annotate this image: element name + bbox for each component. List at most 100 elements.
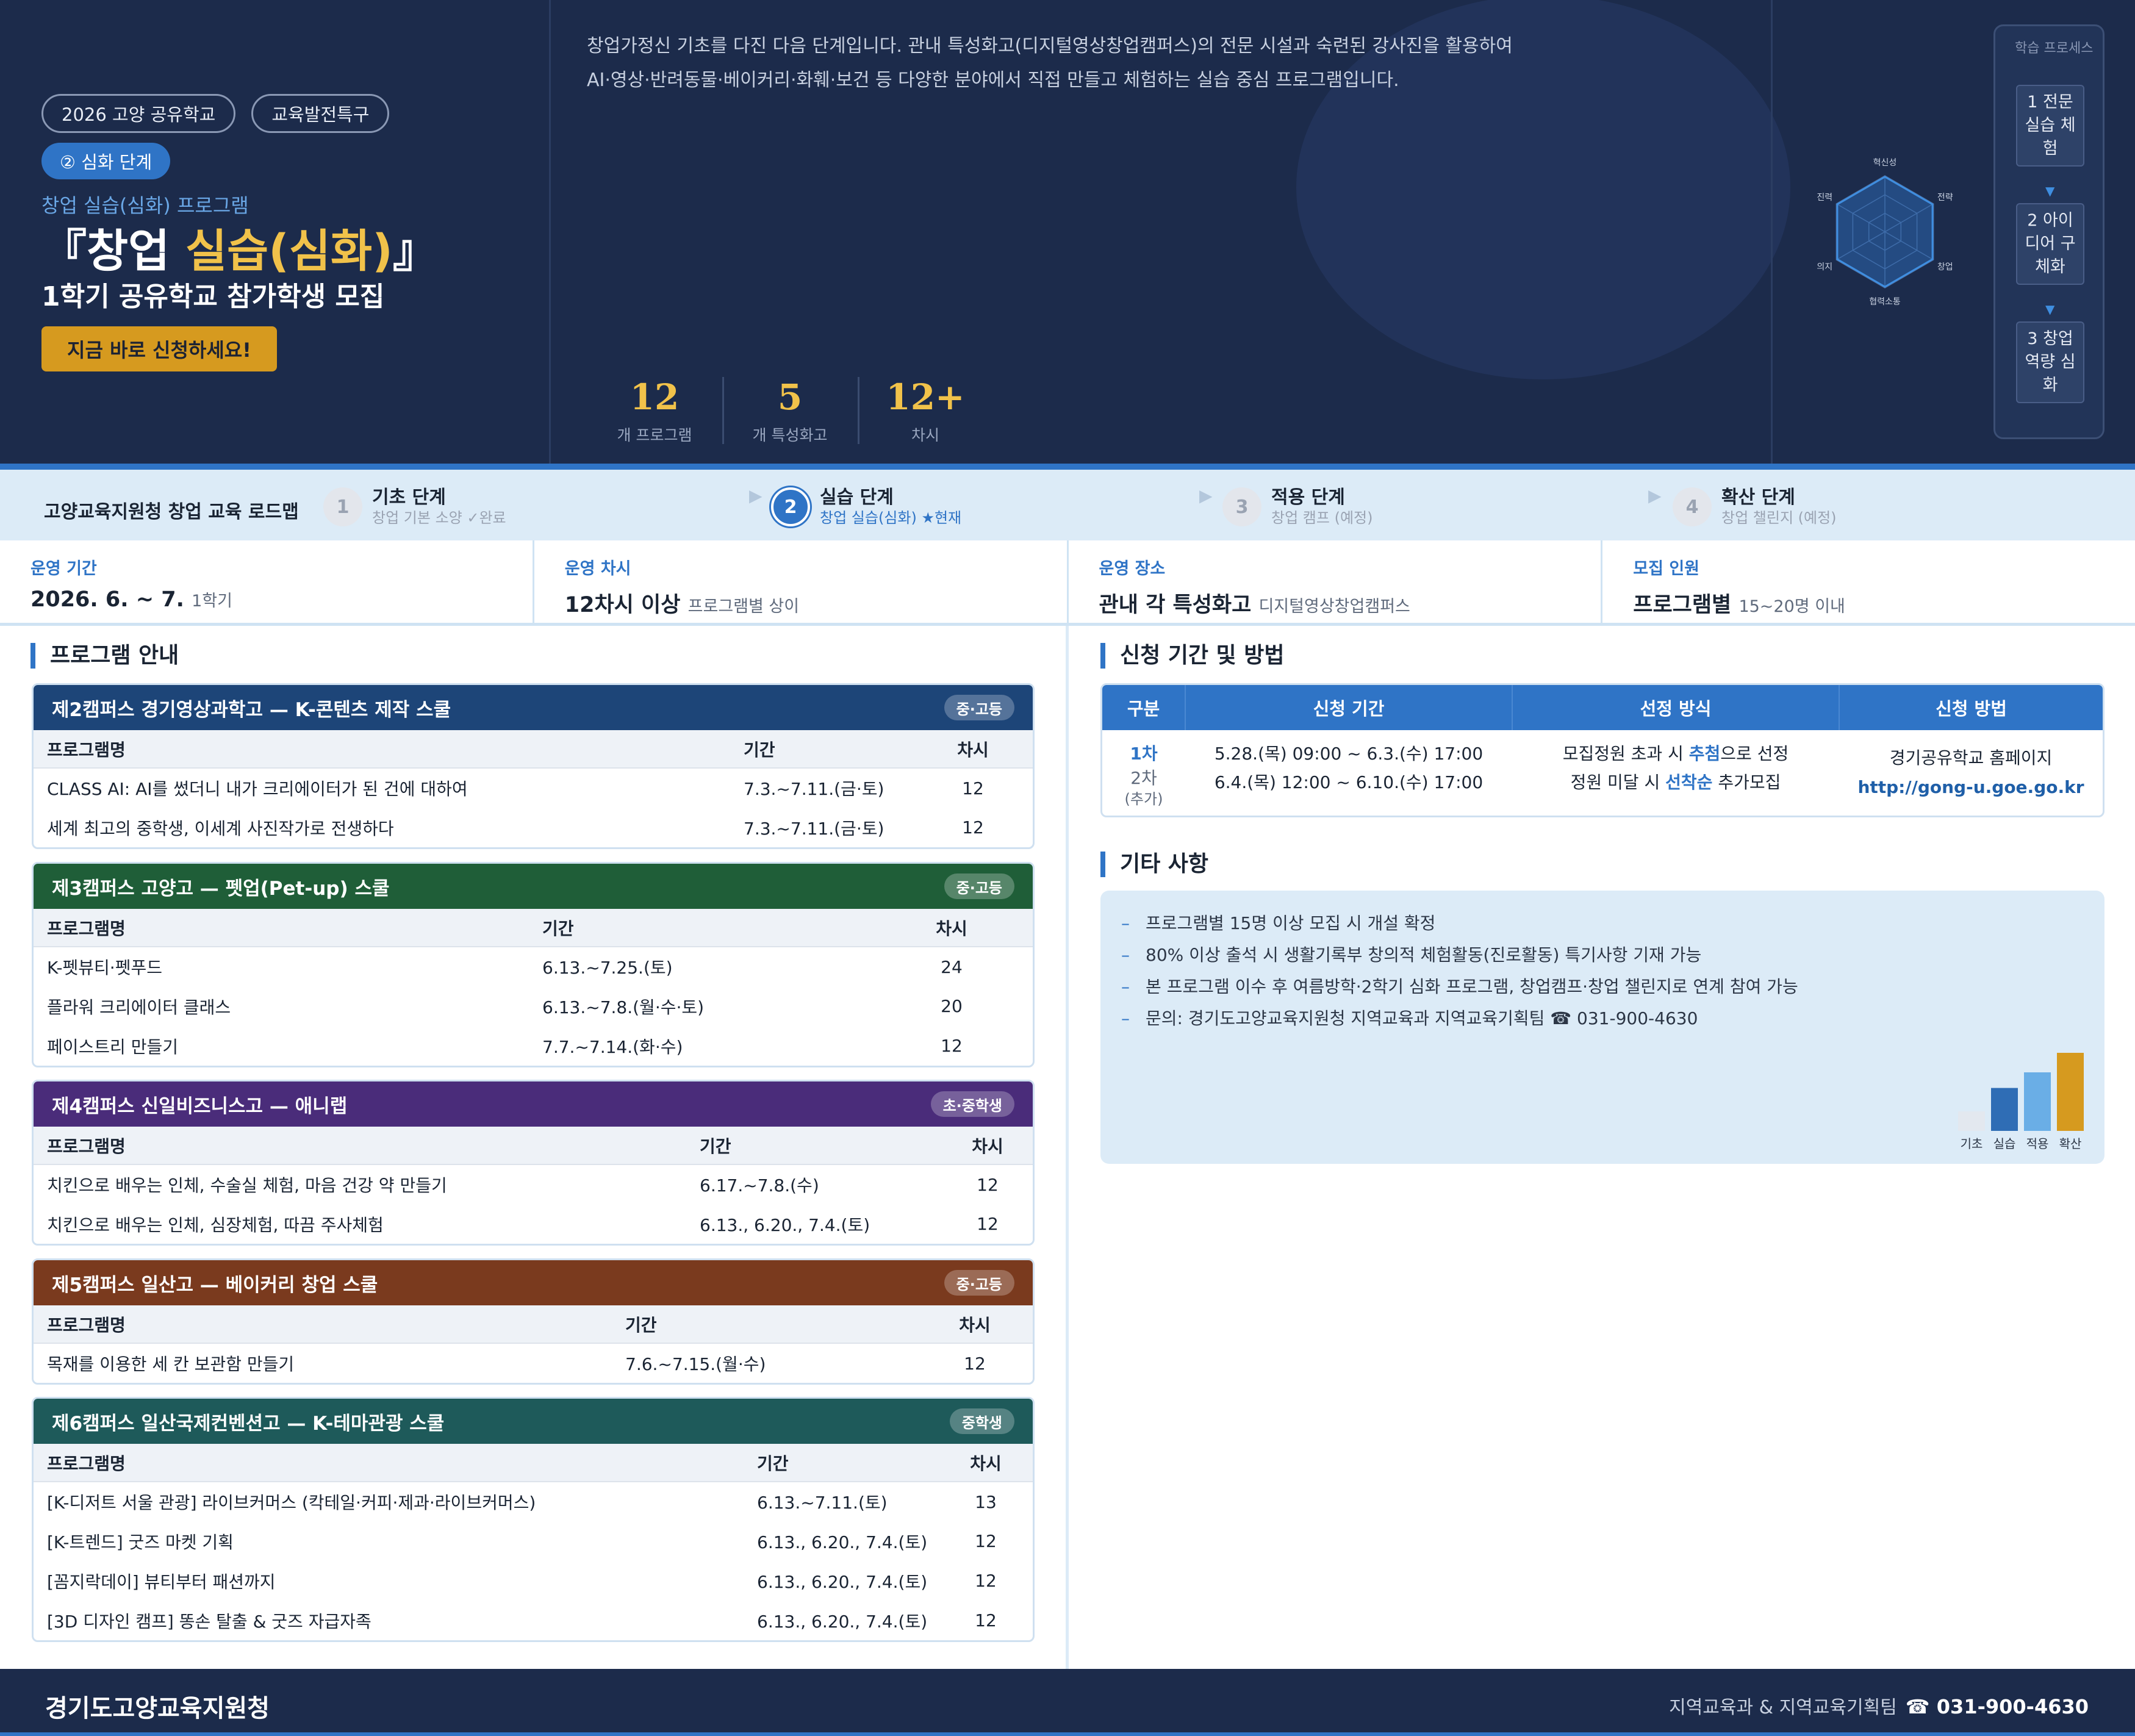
step-desc: 창업 캠프 (예정) <box>1271 509 1373 526</box>
program-table: 프로그램명 기간 차시 치킨으로 배우는 인체, 수술실 체험, 마음 건강 약… <box>34 1127 1033 1244</box>
program-table: 프로그램명 기간 차시 CLASS AI: AI를 썼더니 내가 크리에이터가 … <box>34 730 1033 847</box>
play-arrow-icon: ▶ <box>749 486 762 506</box>
col-header-sessions: 차시 <box>939 1444 1033 1482</box>
program-table: 프로그램명 기간 차시 [K-디저트 서울 관광] 라이브커머스 (칵테일·커피… <box>34 1444 1033 1640</box>
table-row: [K-디저트 서울 관광] 라이브커머스 (칵테일·커피·제과·라이브커머스) … <box>34 1482 1033 1521</box>
dash-bullet: – <box>1121 913 1130 933</box>
stat-sessions: 12+ 차시 <box>858 373 993 445</box>
col-header-period: 기간 <box>744 1444 939 1482</box>
tag-shared-school: 2026 고양 공유학교 <box>41 94 236 133</box>
note-text: 문의: 경기도고양교육지원청 지역교육과 지역교육기획팀 ☎ 031-900-4… <box>1146 1008 1698 1028</box>
roadmap-step-3: 3 적용 단계 창업 캠프 (예정) <box>1222 486 1372 528</box>
program-period: 6.17.~7.8.(수) <box>700 1175 819 1196</box>
table-row: K-펫뷰티·펫푸드 6.13.~7.25.(토) 24 <box>34 947 1033 986</box>
roadmap-step-1: 1 기초 단계 창업 기본 소양 ✓완료 <box>323 486 506 528</box>
selection-text: 정원 미달 시 <box>1570 772 1666 792</box>
selection-keyword: 추첨 <box>1688 744 1721 764</box>
col-header-name: 프로그램명 <box>34 909 529 947</box>
down-arrow-icon: ▼ <box>2045 184 2055 198</box>
program-sessions: 12 <box>962 778 984 798</box>
table-header-row: 프로그램명 기간 차시 <box>34 909 1033 947</box>
info-sub: 1학기 <box>192 592 232 611</box>
table-row: 세계 최고의 중학생, 이세계 사진작가로 전생하다 7.3.~7.11.(금·… <box>34 808 1033 847</box>
program-period: 6.13., 6.20., 7.4.(토) <box>757 1532 928 1552</box>
program-period: 7.3.~7.11.(금·토) <box>744 779 884 799</box>
apply-table: 구분 신청 기간 선정 방식 신청 방법 1차 5.28.(목) 09:00 ~… <box>1102 685 2103 816</box>
apply-section-title: 신청 기간 및 방법 <box>1100 643 1284 669</box>
table-row: [꼼지락데이] 뷰티부터 패션까지 6.13., 6.20., 7.4.(토) … <box>34 1561 1033 1601</box>
notes-section-title: 기타 사항 <box>1100 852 1208 877</box>
col-header-name: 프로그램명 <box>34 1127 686 1165</box>
note-text: 본 프로그램 이수 후 여름방학·2학기 심화 프로그램, 창업캠프·창업 챌린… <box>1146 977 1798 997</box>
table-row: [K-트렌드] 굿즈 마켓 기획 6.13., 6.20., 7.4.(토) 1… <box>34 1521 1033 1561</box>
info-value: 프로그램별 15~20명 이내 <box>1633 587 2135 619</box>
col-header-name: 프로그램명 <box>34 1305 612 1344</box>
info-label: 모집 인원 <box>1633 559 1700 578</box>
apply-url-link[interactable]: http://gong-u.goe.go.kr <box>1839 773 2103 802</box>
program-sessions: 20 <box>941 996 963 1016</box>
apply-now-button[interactable]: 지금 바로 신청하세요! <box>41 326 277 371</box>
step-desc: 창업 기본 소양 ✓완료 <box>372 509 506 526</box>
hero-title-line2: 1학기 공유학교 참가학생 모집 <box>41 281 385 312</box>
campus-header: 제2캠퍼스 경기영상과학고 — K-콘텐츠 제작 스쿨 중·고등 <box>34 685 1033 730</box>
info-sessions: 운영 차시 12차시 이상 프로그램별 상이 <box>534 540 1069 623</box>
col-header-name: 프로그램명 <box>34 730 730 769</box>
campus-header: 제5캠퍼스 일산고 — 베이커리 창업 스쿨 중·고등 <box>34 1260 1033 1305</box>
step-name: 기초 단계 <box>372 487 446 508</box>
grade-badge: 초·중학생 <box>930 1091 1014 1117</box>
program-sessions: 12 <box>977 1174 999 1195</box>
col-header-type: 구분 <box>1102 685 1186 730</box>
campus-card-6: 제6캠퍼스 일산국제컨벤션고 — K-테마관광 스쿨 중학생 프로그램명 기간 … <box>32 1397 1035 1642</box>
round-period: 5.28.(목) 09:00 ~ 6.3.(수) 17:00 <box>1214 744 1484 764</box>
info-sub: 프로그램별 상이 <box>687 597 800 616</box>
footer-org: 경기도고양교육지원청 <box>45 1695 270 1723</box>
program-period: 7.7.~7.14.(화·수) <box>542 1036 683 1057</box>
footer: 경기도고양교육지원청 지역교육과 & 지역교육기획팀 ☎ 031-900-4630 <box>0 1669 2135 1736</box>
mini-bar <box>1958 1111 1985 1131</box>
dash-bullet: – <box>1121 1008 1130 1028</box>
info-value: 관내 각 특성화고 디지털영상창업캠퍼스 <box>1099 587 1601 619</box>
info-label: 운영 장소 <box>1099 559 1166 578</box>
program-period: 6.13., 6.20., 7.4.(토) <box>700 1214 870 1235</box>
campus-card-5: 제5캠퍼스 일산고 — 베이커리 창업 스쿨 중·고등 프로그램명 기간 차시 … <box>32 1258 1035 1385</box>
step-number: 4 <box>1673 487 1712 526</box>
stats-row: 12 개 프로그램 5 개 특성화고 12+ 차시 <box>587 373 993 445</box>
program-period: 6.13.~7.25.(토) <box>542 958 673 978</box>
selection-text: 모집정원 초과 시 <box>1562 744 1689 764</box>
campus-card-4: 제4캠퍼스 신일비즈니스고 — 애니랩 초·중학생 프로그램명 기간 차시 치킨… <box>32 1080 1035 1246</box>
table-row-round1: 1차 5.28.(목) 09:00 ~ 6.3.(수) 17:00 모집정원 초… <box>1102 730 2103 797</box>
table-header-row: 프로그램명 기간 차시 <box>34 1305 1033 1344</box>
column-divider <box>1066 626 1069 1669</box>
roadmap-step-4: 4 확산 단계 창업 챌린지 (예정) <box>1673 486 1837 528</box>
intro-line-2: AI·영상·반려동물·베이커리·화훼·보건 등 다양한 분야에서 직접 만들고 … <box>587 70 1399 91</box>
footer-phone: ☎ 031-900-4630 <box>1905 1695 2089 1718</box>
program-name: CLASS AI: AI를 썼더니 내가 크리에이터가 된 건에 대하여 <box>47 779 468 799</box>
program-period: 6.13.~7.11.(토) <box>757 1493 888 1513</box>
program-name: 치킨으로 배우는 인체, 심장체험, 따끔 주사체험 <box>47 1214 384 1235</box>
round-label-main: 2차 <box>1130 768 1157 788</box>
footer-dept: 지역교육과 & 지역교육기획팀 <box>1669 1697 1897 1718</box>
stat-label: 개 프로그램 <box>617 426 692 444</box>
program-name: 치킨으로 배우는 인체, 수술실 체험, 마음 건강 약 만들기 <box>47 1175 447 1196</box>
note-item: –80% 이상 출석 시 생활기록부 창의적 체험활동(진로활동) 특기사항 기… <box>1121 942 1701 966</box>
program-name: 목재를 이용한 세 칸 보관함 만들기 <box>47 1354 295 1374</box>
play-arrow-icon: ▶ <box>1648 486 1662 506</box>
stat-number: 5 <box>777 376 803 418</box>
col-header-sessions: 차시 <box>917 1305 1033 1344</box>
program-name: 플라워 크리에이터 클래스 <box>47 997 231 1017</box>
apply-method-text: 경기공유학교 홈페이지 <box>1889 748 2053 768</box>
program-sessions: 12 <box>975 1610 997 1630</box>
campus-title: 제3캠퍼스 고양고 — 펫업(Pet-up) 스쿨 <box>52 877 390 900</box>
info-sub: 15~20명 이내 <box>1738 597 1845 616</box>
program-name: [꼼지락데이] 뷰티부터 패션까지 <box>47 1571 276 1592</box>
campus-header: 제4캠퍼스 신일비즈니스고 — 애니랩 초·중학생 <box>34 1081 1033 1127</box>
table-row: 페이스트리 만들기 7.7.~7.14.(화·수) 12 <box>34 1026 1033 1066</box>
radar-label: 전략 <box>1937 193 1953 203</box>
col-header-period: 기간 <box>730 730 913 769</box>
round-selection: 모집정원 초과 시 추첨으로 선정 <box>1512 730 1839 768</box>
radar-label: 혁신성 <box>1873 158 1897 168</box>
note-item: – 프로그램별 15명 이상 모집 시 개설 확정 <box>1121 910 1435 934</box>
note-text: 프로그램별 15명 이상 모집 시 개설 확정 <box>1146 913 1436 933</box>
info-capacity: 모집 인원 프로그램별 15~20명 이내 <box>1602 540 2135 623</box>
table-header-row: 프로그램명 기간 차시 <box>34 1444 1033 1482</box>
